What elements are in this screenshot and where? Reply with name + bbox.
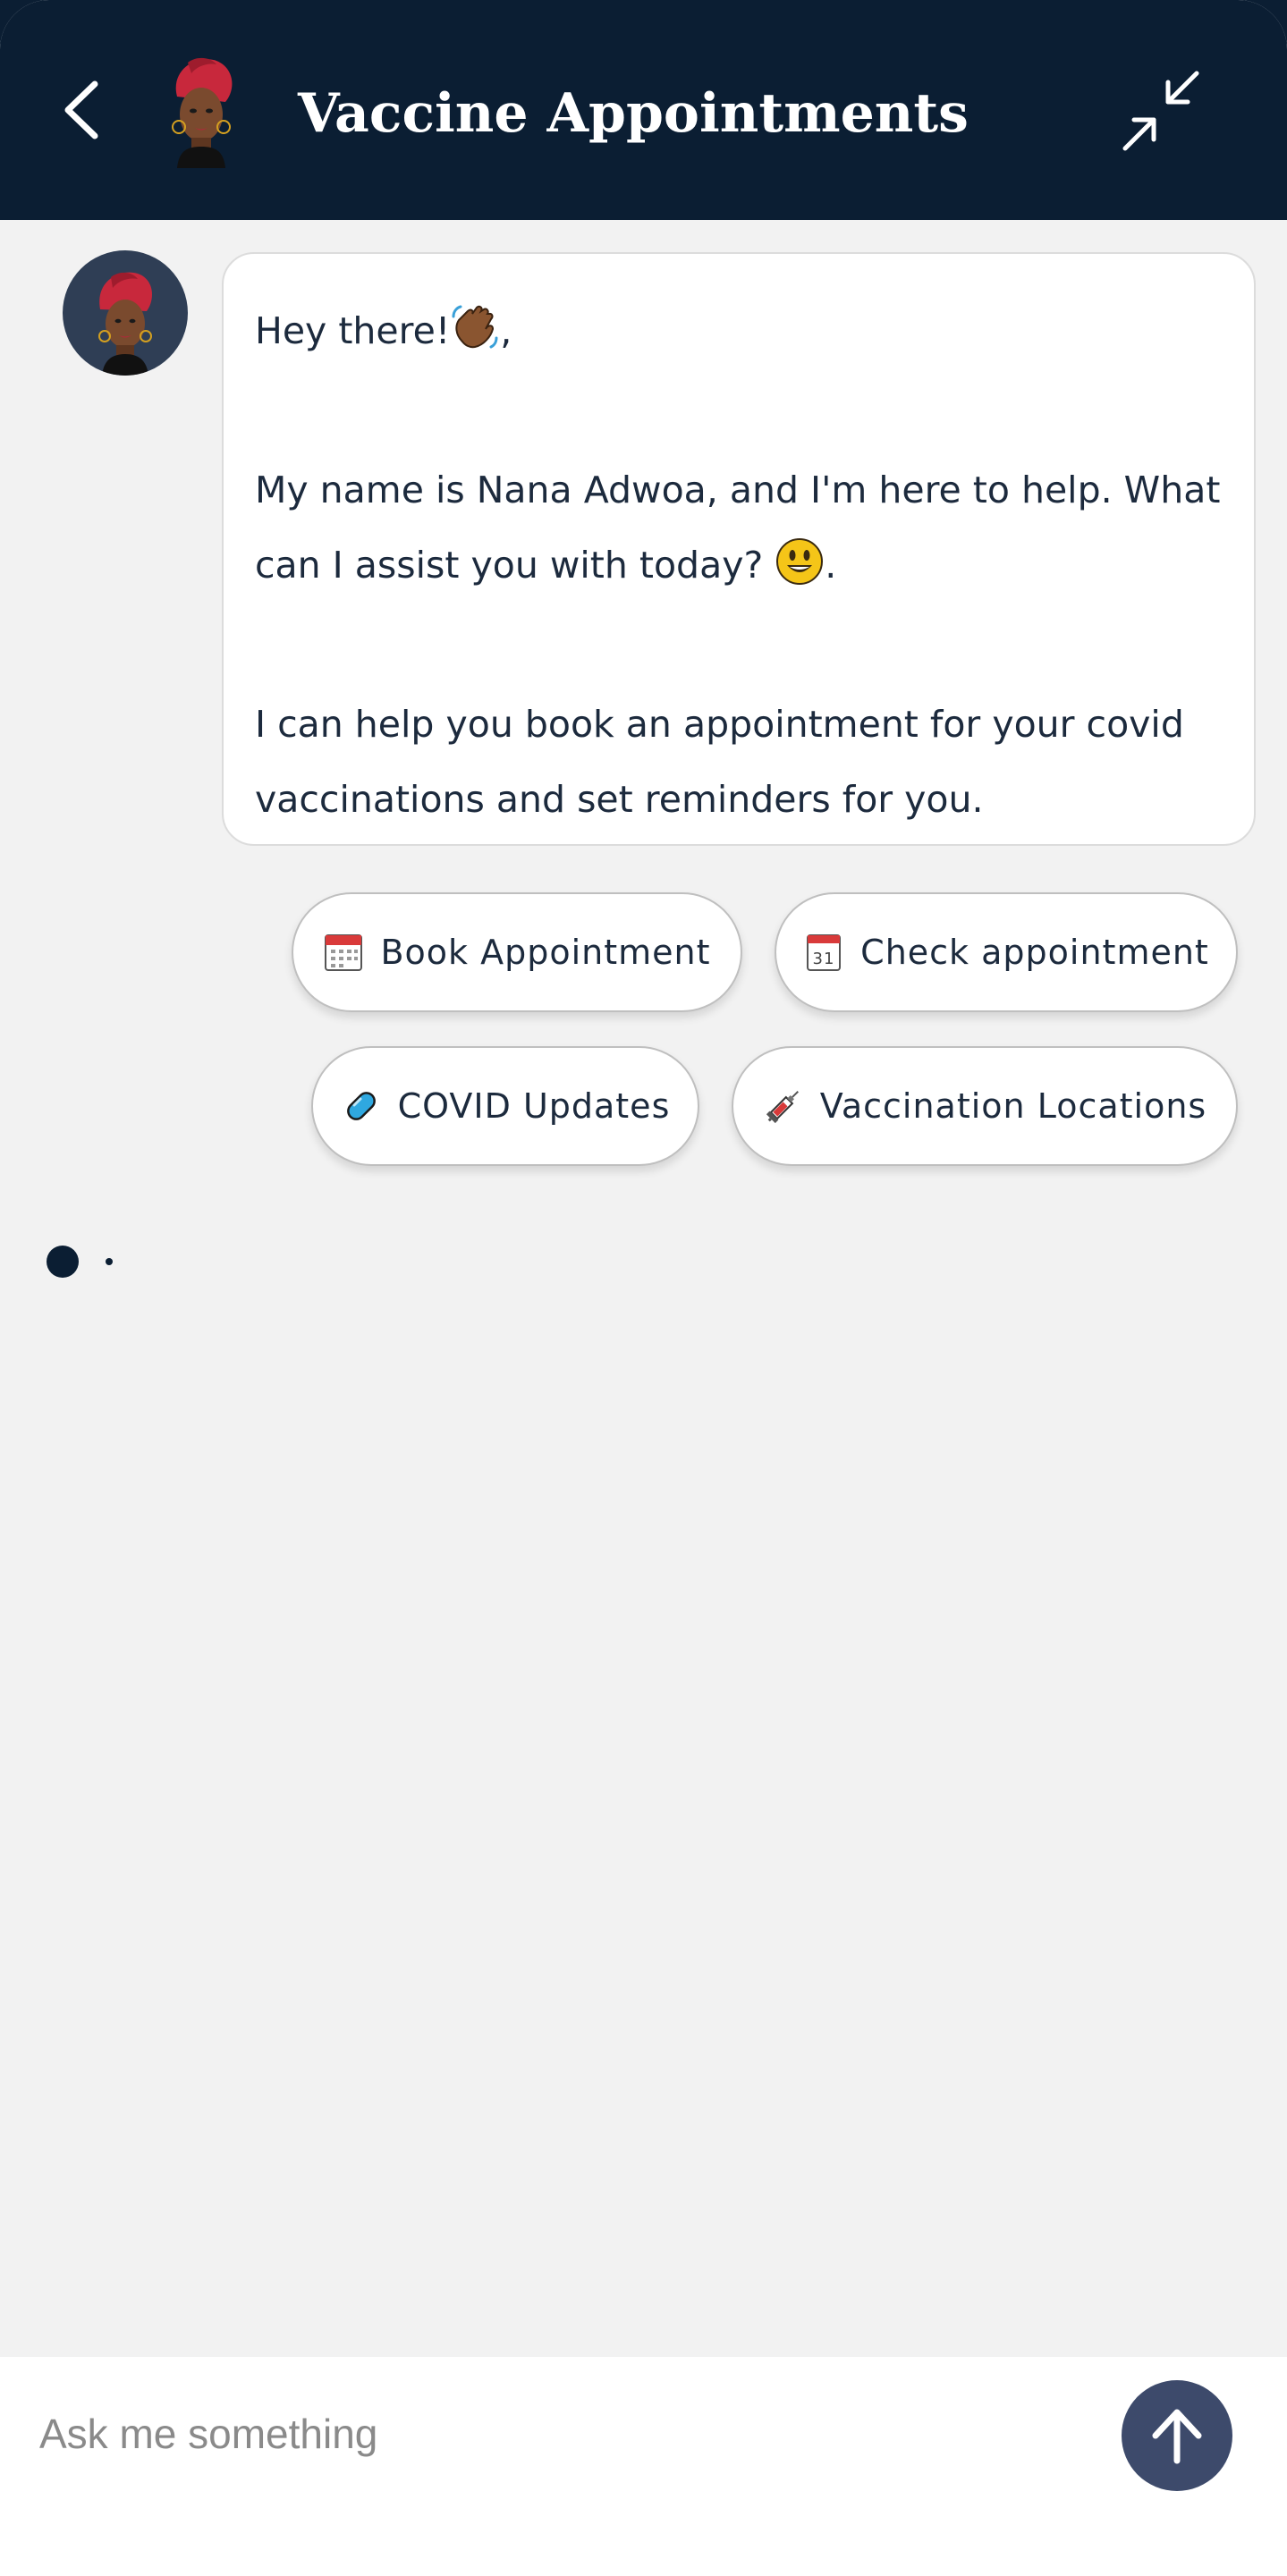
send-button[interactable] <box>1122 2380 1232 2491</box>
check-appointment-button[interactable]: 31 Check appointment <box>775 892 1238 1012</box>
minimize-button[interactable] <box>1118 70 1204 152</box>
calendar-icon <box>325 934 363 971</box>
svg-text:31: 31 <box>813 950 835 968</box>
page-title: Vaccine Appointments <box>298 82 969 145</box>
chat-header: Vaccine Appointments <box>0 0 1287 220</box>
greeting-comma: , <box>500 309 512 352</box>
help-line-2: vaccinations and set reminders for you. <box>255 778 984 821</box>
calendar-31-icon: 31 <box>807 934 842 971</box>
intro-line-2-period: . <box>825 544 837 587</box>
greeting-text: Hey there! <box>255 309 451 352</box>
bot-avatar-icon <box>98 272 152 376</box>
intro-line-1: My name is Nana Adwoa, and I'm here to h… <box>255 469 1221 511</box>
help-line-1: I can help you book an appointment for y… <box>255 703 1184 746</box>
waving-hand-icon <box>450 302 500 377</box>
back-button[interactable] <box>52 73 111 147</box>
header-avatar-icon <box>172 57 233 168</box>
chat-window: Vaccine Appointments Hey there! , My nam… <box>0 0 1287 2576</box>
minimize-arrows-icon <box>1122 71 1199 151</box>
bot-message-bubble: Hey there!, My name is Nana Adwoa, and I… <box>222 252 1256 846</box>
covid-updates-button[interactable]: COVID Updates <box>311 1046 699 1166</box>
syringe-icon <box>766 1091 799 1124</box>
chevron-left-icon <box>64 80 98 139</box>
intro-line-2: can I assist you with today? <box>255 544 764 587</box>
message-input[interactable] <box>39 2396 1077 2471</box>
vaccination-locations-button[interactable]: Vaccination Locations <box>732 1046 1238 1166</box>
smiling-face-icon <box>775 536 825 612</box>
bot-avatar <box>63 250 188 376</box>
typing-indicator-icon <box>47 1246 113 1278</box>
chip-label: COVID Updates <box>397 1086 671 1126</box>
chip-label: Vaccination Locations <box>819 1086 1207 1126</box>
book-appointment-button[interactable]: Book Appointment <box>292 892 742 1012</box>
pill-icon <box>346 1092 376 1120</box>
chip-label: Check appointment <box>860 933 1209 972</box>
arrow-up-icon <box>1152 2409 1202 2464</box>
chip-label: Book Appointment <box>380 933 711 972</box>
